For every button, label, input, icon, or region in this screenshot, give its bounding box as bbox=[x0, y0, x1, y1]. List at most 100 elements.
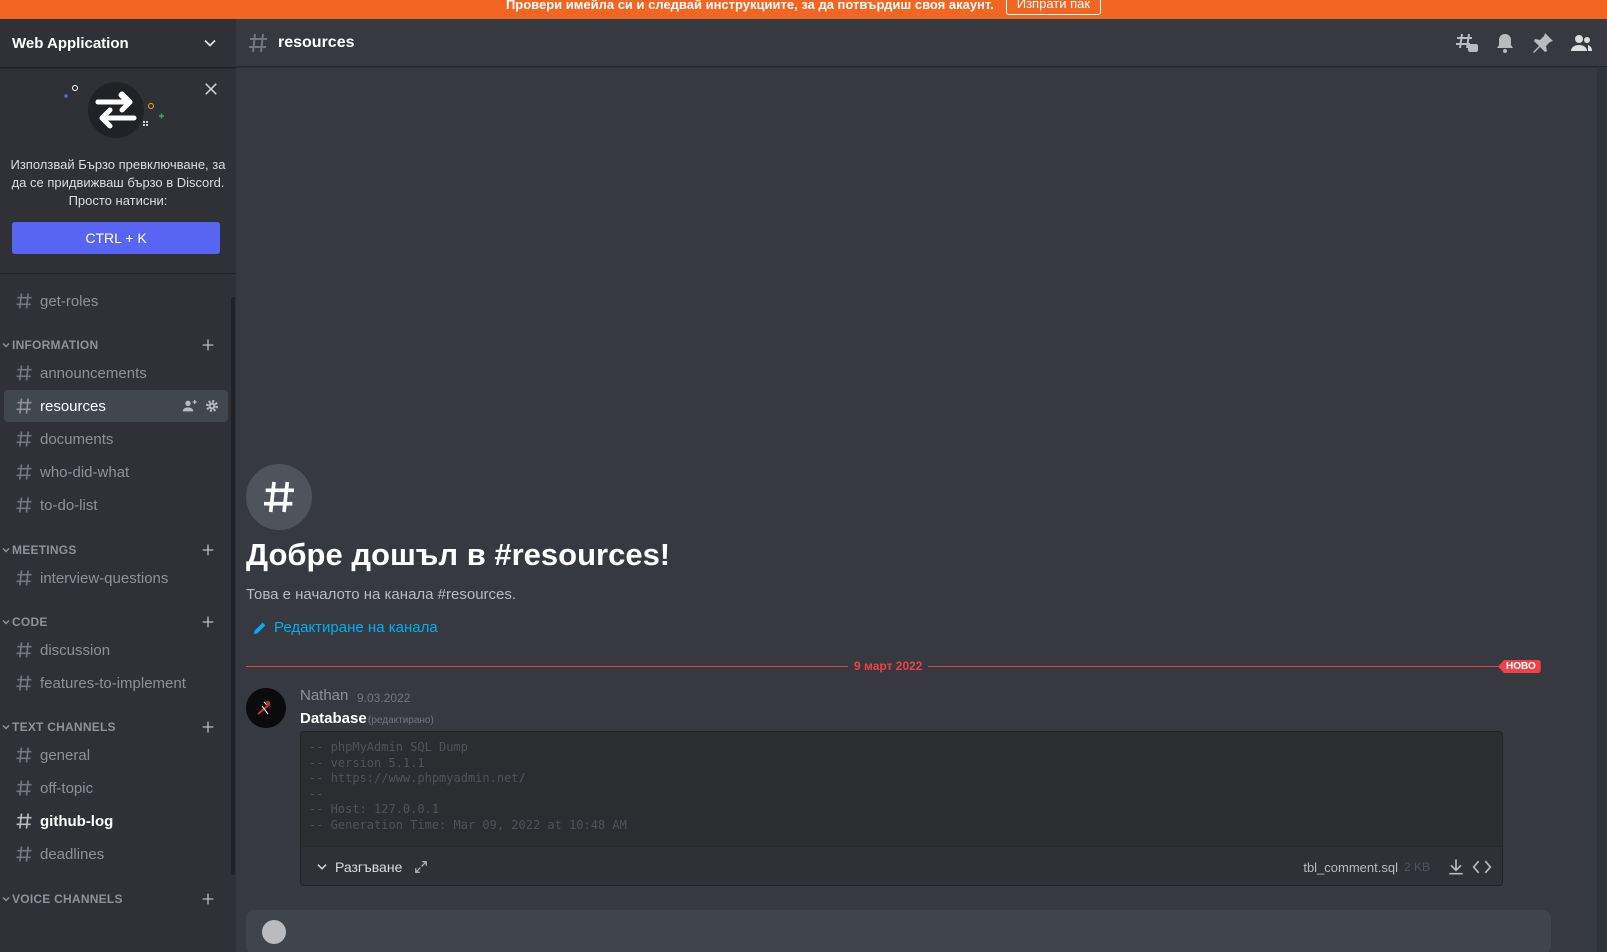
hash-icon bbox=[264, 481, 294, 513]
chat-scrollbar[interactable] bbox=[1597, 67, 1607, 952]
message-input[interactable] bbox=[246, 910, 1551, 952]
message-author[interactable]: Nathan bbox=[300, 687, 348, 704]
channel-features-to-implement[interactable]: features-to-implement bbox=[4, 667, 228, 699]
message-text: Database bbox=[300, 710, 367, 727]
channel-discussion[interactable]: discussion bbox=[4, 634, 228, 666]
hash-icon bbox=[16, 365, 32, 381]
quick-switcher-promo: Използвай Бързо превключване, за да се п… bbox=[0, 68, 236, 274]
expand-icon[interactable] bbox=[414, 860, 428, 874]
chevron-down-icon bbox=[2, 547, 10, 553]
chat-area: resources Добре дошъл в #resources! Това… bbox=[236, 19, 1607, 952]
channel-documents[interactable]: documents bbox=[4, 423, 228, 455]
category-label: INFORMATION bbox=[12, 338, 99, 352]
edited-tag: (редактирано) bbox=[368, 715, 434, 726]
channel-label: who-did-what bbox=[40, 463, 130, 481]
add-member-icon[interactable] bbox=[182, 398, 198, 414]
hash-icon bbox=[16, 464, 32, 480]
hash-icon bbox=[16, 570, 32, 586]
channel-who-did-what[interactable]: who-did-what bbox=[4, 456, 228, 488]
chevron-down-icon bbox=[2, 724, 10, 730]
category-label: MEETINGS bbox=[12, 543, 77, 557]
channel-label: github-log bbox=[40, 812, 114, 830]
sidebar-scrollbar[interactable] bbox=[231, 297, 235, 875]
plus-icon[interactable] bbox=[200, 337, 216, 353]
hash-icon bbox=[16, 846, 32, 862]
chevron-down-icon bbox=[2, 619, 10, 625]
chevron-down-icon bbox=[317, 864, 327, 870]
category-label: VOICE CHANNELS bbox=[12, 892, 123, 906]
edit-channel-link[interactable]: Редактиране на канала bbox=[252, 619, 438, 636]
threads-icon[interactable] bbox=[1455, 31, 1479, 55]
plus-icon[interactable] bbox=[200, 542, 216, 558]
expand-button[interactable]: Разгъване bbox=[315, 859, 428, 875]
channel-deadlines[interactable]: deadlines bbox=[4, 838, 228, 870]
hash-icon bbox=[16, 398, 32, 414]
expand-label: Разгъване bbox=[335, 859, 403, 875]
quick-switcher-shortcut-button[interactable]: CTRL + K bbox=[12, 222, 220, 254]
hash-icon bbox=[249, 33, 267, 52]
channel-label: get-roles bbox=[40, 292, 99, 310]
verification-banner: Провери имейла си и следвай инструкциите… bbox=[0, 0, 1607, 19]
edit-channel-label: Редактиране на канала bbox=[274, 619, 438, 636]
download-icon[interactable] bbox=[1446, 857, 1466, 877]
file-name[interactable]: tbl_comment.sql bbox=[1303, 860, 1398, 875]
category-information[interactable]: INFORMATION bbox=[0, 333, 232, 357]
channel-general[interactable]: general bbox=[4, 739, 228, 771]
category-meetings[interactable]: MEETINGS bbox=[0, 538, 232, 562]
hash-icon bbox=[16, 675, 32, 691]
channel-announcements[interactable]: announcements bbox=[4, 357, 228, 389]
file-size: 2 KB bbox=[1403, 860, 1430, 874]
channel-get-roles[interactable]: get-roles bbox=[4, 285, 228, 317]
pencil-icon bbox=[254, 622, 266, 634]
hash-icon bbox=[16, 497, 32, 513]
channel-label: to-do-list bbox=[40, 496, 98, 514]
attachment-footer: Разгъване tbl_comment.sql 2 KB bbox=[301, 847, 1502, 885]
plus-icon[interactable] bbox=[200, 614, 216, 630]
attach-plus-icon[interactable] bbox=[262, 920, 286, 944]
category-code[interactable]: CODE bbox=[0, 610, 232, 634]
channel-label: deadlines bbox=[40, 845, 105, 863]
channel-interview-questions[interactable]: interview-questions bbox=[4, 562, 228, 594]
header-toolbar bbox=[1455, 31, 1593, 55]
category-label: CODE bbox=[12, 615, 48, 629]
chevron-down-icon bbox=[2, 896, 10, 902]
plus-icon[interactable] bbox=[200, 891, 216, 907]
category-label: TEXT CHANNELS bbox=[12, 720, 116, 734]
channel-github-log[interactable]: github-log bbox=[4, 805, 228, 837]
category-text-channels[interactable]: TEXT CHANNELS bbox=[0, 715, 232, 739]
server-name: Web Application bbox=[12, 34, 129, 52]
message-timestamp: 9.03.2022 bbox=[357, 691, 411, 705]
channel-title: resources bbox=[278, 33, 355, 51]
server-header[interactable]: Web Application bbox=[0, 19, 236, 68]
channel-label: off-topic bbox=[40, 779, 94, 797]
plus-icon[interactable] bbox=[200, 719, 216, 735]
welcome-subtitle: Това е началото на канала #resources. bbox=[246, 586, 517, 603]
channel-label: discussion bbox=[40, 641, 111, 659]
channel-to-do-list[interactable]: to-do-list bbox=[4, 489, 228, 521]
hash-icon bbox=[16, 780, 32, 796]
hash-icon bbox=[16, 431, 32, 447]
hash-icon bbox=[16, 293, 32, 309]
channel-label: general bbox=[40, 746, 91, 764]
channel-label: documents bbox=[40, 430, 114, 448]
gear-icon[interactable] bbox=[204, 398, 220, 414]
channel-off-topic[interactable]: off-topic bbox=[4, 772, 228, 804]
code-icon[interactable] bbox=[1472, 857, 1492, 877]
file-attachment: -- phpMyAdmin SQL Dump -- version 5.1.1 … bbox=[300, 731, 1503, 886]
avatar[interactable] bbox=[246, 688, 286, 728]
bell-icon[interactable] bbox=[1493, 31, 1517, 55]
channel-resources[interactable]: resources bbox=[4, 390, 228, 422]
quick-switch-illustration bbox=[64, 82, 164, 138]
category-voice-channels[interactable]: VOICE CHANNELS bbox=[0, 887, 232, 911]
welcome-title: Добре дошъл в #resources! bbox=[246, 537, 671, 572]
close-icon[interactable] bbox=[202, 80, 220, 98]
channel-sidebar: Web Application Използвай Бързо превключ… bbox=[0, 19, 236, 952]
pin-icon[interactable] bbox=[1531, 31, 1555, 55]
resend-button[interactable]: Изпрати пак bbox=[1005, 0, 1102, 15]
members-icon[interactable] bbox=[1569, 31, 1593, 55]
chevron-down-icon bbox=[204, 39, 216, 47]
channel-label: announcements bbox=[40, 364, 147, 382]
channel-label: resources bbox=[40, 397, 106, 415]
avatar-image bbox=[246, 688, 286, 728]
divider-date: 9 март 2022 bbox=[848, 659, 929, 673]
